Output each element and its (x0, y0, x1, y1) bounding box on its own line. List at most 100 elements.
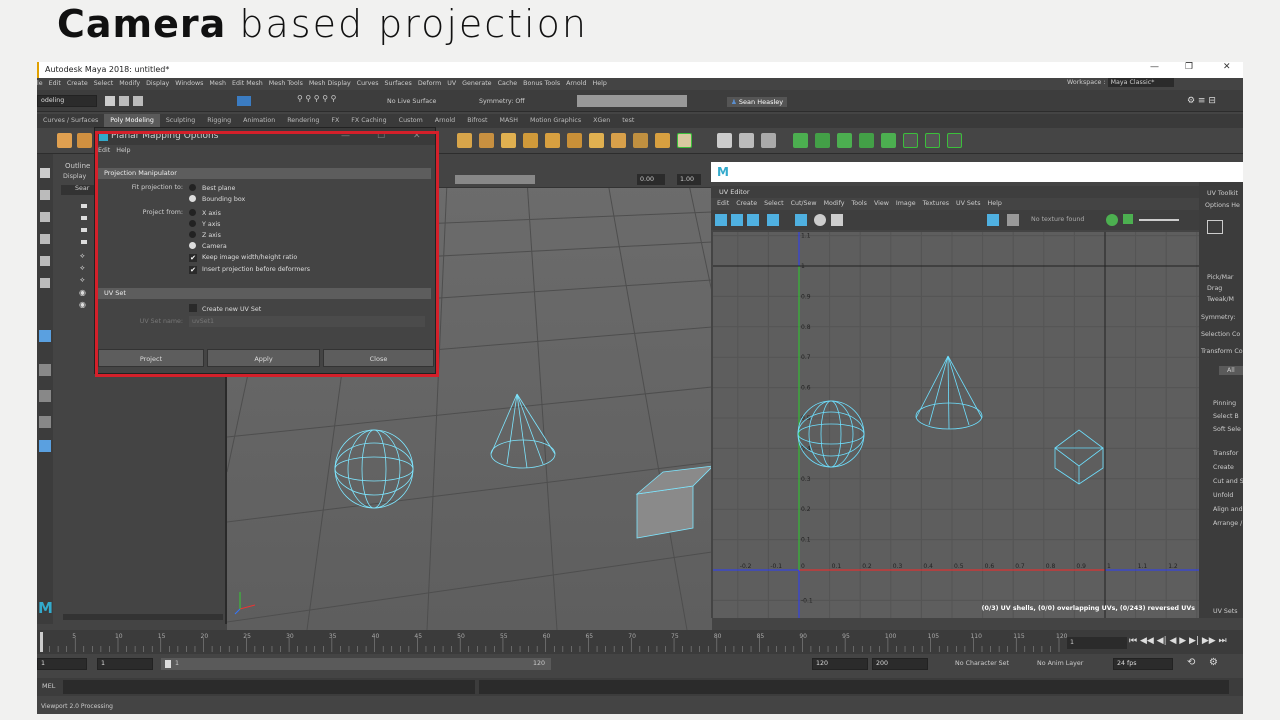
toolkit-section[interactable]: Unfold (1213, 492, 1233, 499)
uv-cone-edge[interactable] (928, 355, 949, 426)
lasso-tool-icon[interactable] (40, 190, 50, 200)
toolkit-section[interactable]: Soft Sele (1213, 426, 1241, 433)
toolkit-section[interactable]: Select B (1213, 413, 1239, 420)
target-weld-icon[interactable] (739, 133, 754, 148)
cone-icon[interactable] (479, 133, 494, 148)
spherical-uv-icon[interactable] (837, 133, 852, 148)
time-slider[interactable]: 5 10 15 20 25 30 35 40 45 50 55 60 65 70 75 80 85 90 95 100… (37, 630, 1243, 654)
separate-icon[interactable] (567, 133, 582, 148)
rotate-tool-icon[interactable] (40, 256, 50, 266)
cut-uv-icon[interactable] (881, 133, 896, 148)
menu-item[interactable]: Cache (498, 80, 518, 87)
minimize-button[interactable]: — (1150, 62, 1159, 72)
panel-toggle-icons[interactable]: ⚙ ≡ ⊟ (1187, 96, 1216, 106)
extrude-icon[interactable] (633, 133, 648, 148)
select-tool-icon[interactable] (40, 168, 50, 178)
uv-menu-item[interactable]: Create (736, 200, 757, 207)
texture-toggle-icon[interactable] (987, 214, 999, 226)
shading-icons[interactable] (455, 175, 535, 184)
autokey-icon[interactable]: ⚙ (1209, 657, 1218, 668)
menu-item[interactable]: Surfaces (385, 80, 412, 87)
restore-button[interactable]: ❐ (1185, 62, 1193, 72)
uv-menu-item[interactable]: Modify (824, 200, 845, 207)
menu-item[interactable]: Mesh (209, 80, 226, 87)
uv-menu-item[interactable]: Edit (717, 200, 729, 207)
viewport-field-1[interactable]: 0.00 (637, 174, 665, 185)
move-tool-icon[interactable] (40, 234, 50, 244)
two-view-icon[interactable] (39, 390, 51, 402)
menu-item[interactable]: Mesh Display (309, 80, 351, 87)
sphere-icon[interactable] (57, 133, 72, 148)
select-mode-icon[interactable] (237, 96, 251, 106)
unfold-icon[interactable] (925, 133, 940, 148)
viewport-field-2[interactable]: 1.00 (677, 174, 701, 185)
render-icons[interactable] (577, 95, 687, 107)
cylinder-icon[interactable] (457, 133, 472, 148)
command-input[interactable] (63, 680, 475, 694)
transform-icon[interactable]: ⟡ (80, 276, 85, 285)
close-button[interactable]: ✕ (1223, 62, 1231, 72)
shelf-tab[interactable]: Bifrost (461, 114, 493, 128)
exposure-slider[interactable] (1139, 219, 1179, 221)
uv-checker-icon[interactable] (767, 214, 779, 226)
single-view-icon[interactable] (39, 330, 51, 342)
toolkit-section[interactable]: Pinning (1213, 400, 1236, 407)
toolkit-all-button[interactable]: All (1219, 366, 1243, 375)
uv-menu-item[interactable]: Cut/Sew (791, 200, 817, 207)
workspace[interactable]: Workspace : Maya Classic* (1067, 78, 1175, 87)
menu-item[interactable]: le (37, 80, 43, 87)
playback-controls[interactable]: ⏮ ◀◀ ◀| ◀ ▶ ▶| ▶▶ ⏭ (1129, 636, 1227, 646)
uv-cone-edge[interactable] (947, 355, 983, 419)
shelf-tab[interactable]: Sculpting (160, 114, 201, 128)
uv-menu-item[interactable]: Image (896, 200, 916, 207)
menu-item[interactable]: Edit Mesh (232, 80, 263, 87)
menu-item[interactable]: Generate (462, 80, 491, 87)
outliner-scrollbar[interactable] (63, 614, 223, 620)
outliner-display-menu[interactable]: Display (63, 173, 86, 180)
uv-sphere-shell[interactable] (797, 411, 865, 457)
mode-select[interactable]: odeling (37, 95, 97, 107)
shelf-tab[interactable]: MASH (494, 114, 524, 128)
shelf-tab[interactable]: FX Caching (345, 114, 392, 128)
shelf-tab[interactable]: FX (325, 114, 345, 128)
toolkit-uv-sets[interactable]: UV Sets (1213, 608, 1238, 615)
four-view-icon[interactable] (39, 364, 51, 376)
texture-select[interactable]: No texture found (1031, 216, 1084, 223)
end-time-field[interactable]: 200 (872, 658, 928, 670)
transform-icon[interactable]: ⟡ (80, 264, 85, 273)
toolkit-section[interactable]: Transfor (1213, 450, 1238, 457)
toolkit-radio[interactable]: Pick/Mar (1207, 274, 1234, 281)
uv-cone-edge[interactable] (947, 355, 970, 426)
range-end-field[interactable]: 120 (812, 658, 868, 670)
uv-shaded-icon[interactable] (747, 214, 759, 226)
scale-tool-icon[interactable] (40, 278, 50, 288)
toolkit-radio[interactable]: Drag (1207, 285, 1222, 292)
transform-icon[interactable]: ⟡ (80, 252, 85, 261)
bevel-icon[interactable] (677, 133, 692, 148)
uv-dim-icon[interactable] (814, 214, 826, 226)
uv-menu-item[interactable]: Tools (851, 200, 867, 207)
fps-select[interactable]: 24 fps (1113, 658, 1173, 670)
smooth-icon[interactable] (589, 133, 604, 148)
uv-sphere-shell[interactable] (820, 400, 842, 468)
cylindrical-uv-icon[interactable] (815, 133, 830, 148)
exposure-icon[interactable] (1123, 214, 1133, 224)
menu-item[interactable]: UV (447, 80, 456, 87)
plane-icon[interactable] (501, 133, 516, 148)
camera-icon[interactable] (81, 240, 87, 244)
toolkit-section[interactable]: Create (1213, 464, 1234, 471)
symmetry-select[interactable]: Symmetry: Off (479, 98, 525, 105)
menu-item[interactable]: Help (593, 80, 607, 87)
uv-menu-item[interactable]: UV Sets (956, 200, 981, 207)
uv-cone-edge[interactable] (915, 355, 949, 419)
current-frame-marker[interactable] (40, 632, 43, 652)
shelf-tab[interactable]: test (616, 114, 640, 128)
set-icon[interactable]: ◉ (79, 288, 86, 297)
uv-sphere-shell[interactable] (797, 423, 865, 445)
bridge-icon[interactable] (655, 133, 670, 148)
range-start-field[interactable]: 1 (97, 658, 153, 670)
uv-grid-icon[interactable] (731, 214, 743, 226)
select-mode-icon[interactable] (1207, 220, 1223, 234)
multicut-icon[interactable] (717, 133, 732, 148)
uv-image-icon[interactable] (795, 214, 807, 226)
